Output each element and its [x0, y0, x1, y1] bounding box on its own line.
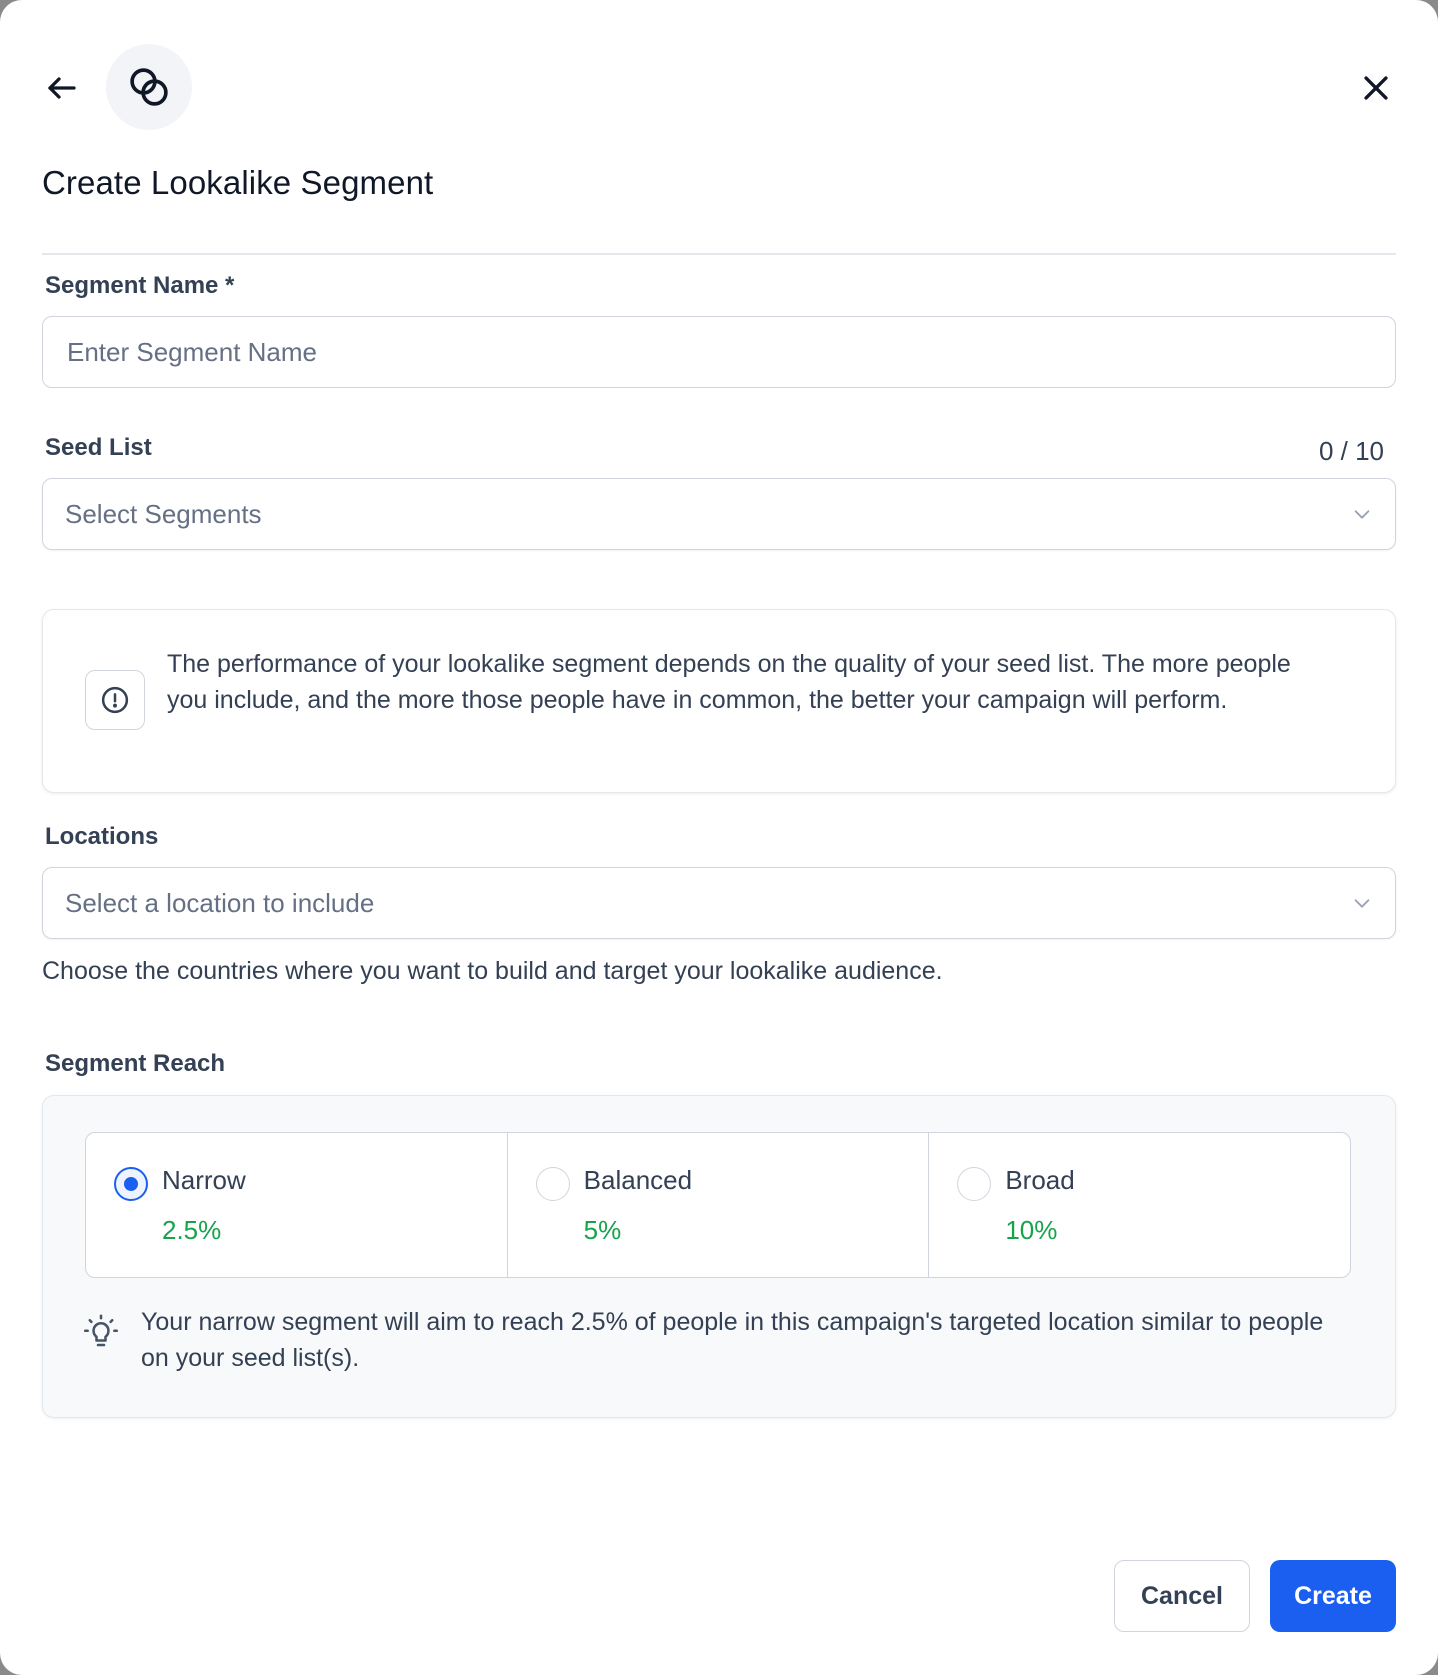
reach-options-group: Narrow 2.5% Balanced 5% Broad 10% [85, 1132, 1351, 1278]
alert-circle-icon [101, 686, 129, 714]
info-icon-container [85, 670, 145, 730]
segment-logo [106, 44, 192, 130]
cancel-button[interactable]: Cancel [1114, 1560, 1250, 1632]
reach-tip-text: Your narrow segment will aim to reach 2.… [141, 1308, 1324, 1372]
reach-option-name: Narrow [162, 1165, 246, 1195]
reach-option-percent: 10% [1005, 1215, 1058, 1245]
segment-name-label: Segment Name * [45, 272, 235, 299]
header-divider [42, 253, 1396, 255]
seed-list-select[interactable]: Select Segments [42, 478, 1396, 550]
seed-list-placeholder: Select Segments [65, 498, 262, 529]
reach-option-broad[interactable]: Broad 10% [929, 1133, 1350, 1277]
arrow-left-icon [48, 77, 76, 99]
segment-reach-label: Segment Reach [45, 1050, 226, 1077]
create-button[interactable]: Create [1270, 1560, 1396, 1632]
segment-reach-panel: Narrow 2.5% Balanced 5% Broad 10% Your n… [42, 1095, 1396, 1418]
locations-select[interactable]: Select a location to include [42, 867, 1396, 939]
locations-label: Locations [45, 823, 159, 850]
chevron-down-icon [1354, 510, 1370, 519]
overlapping-circles-icon [130, 68, 168, 106]
close-button[interactable] [1354, 66, 1398, 110]
reach-option-percent: 2.5% [162, 1215, 222, 1245]
seed-list-counter: 0 / 10 [1318, 436, 1384, 466]
segment-name-input[interactable] [42, 316, 1396, 388]
seed-list-label: Seed List [45, 434, 152, 461]
radio-balanced[interactable] [535, 1167, 570, 1201]
reach-option-name: Balanced [583, 1165, 693, 1195]
back-button[interactable] [40, 66, 84, 110]
modal-header [40, 44, 1398, 130]
info-text: The performance of your lookalike segmen… [167, 650, 1291, 714]
seed-list-info-box: The performance of your lookalike segmen… [42, 609, 1396, 793]
chevron-down-icon [1354, 899, 1370, 908]
locations-placeholder: Select a location to include [65, 887, 375, 918]
reach-option-balanced[interactable]: Balanced 5% [508, 1133, 930, 1277]
locations-helper-text: Choose the countries where you want to b… [42, 957, 943, 985]
page-title: Create Lookalike Segment [42, 164, 434, 201]
radio-broad[interactable] [957, 1167, 992, 1201]
lightbulb-icon [83, 1314, 119, 1347]
create-lookalike-modal: Create Lookalike Segment Segment Name * … [0, 0, 1438, 1675]
reach-option-name: Broad [1005, 1165, 1075, 1195]
reach-option-percent: 5% [583, 1215, 622, 1245]
reach-option-narrow[interactable]: Narrow 2.5% [86, 1133, 508, 1277]
radio-narrow[interactable] [114, 1167, 148, 1201]
close-icon [1364, 76, 1388, 100]
